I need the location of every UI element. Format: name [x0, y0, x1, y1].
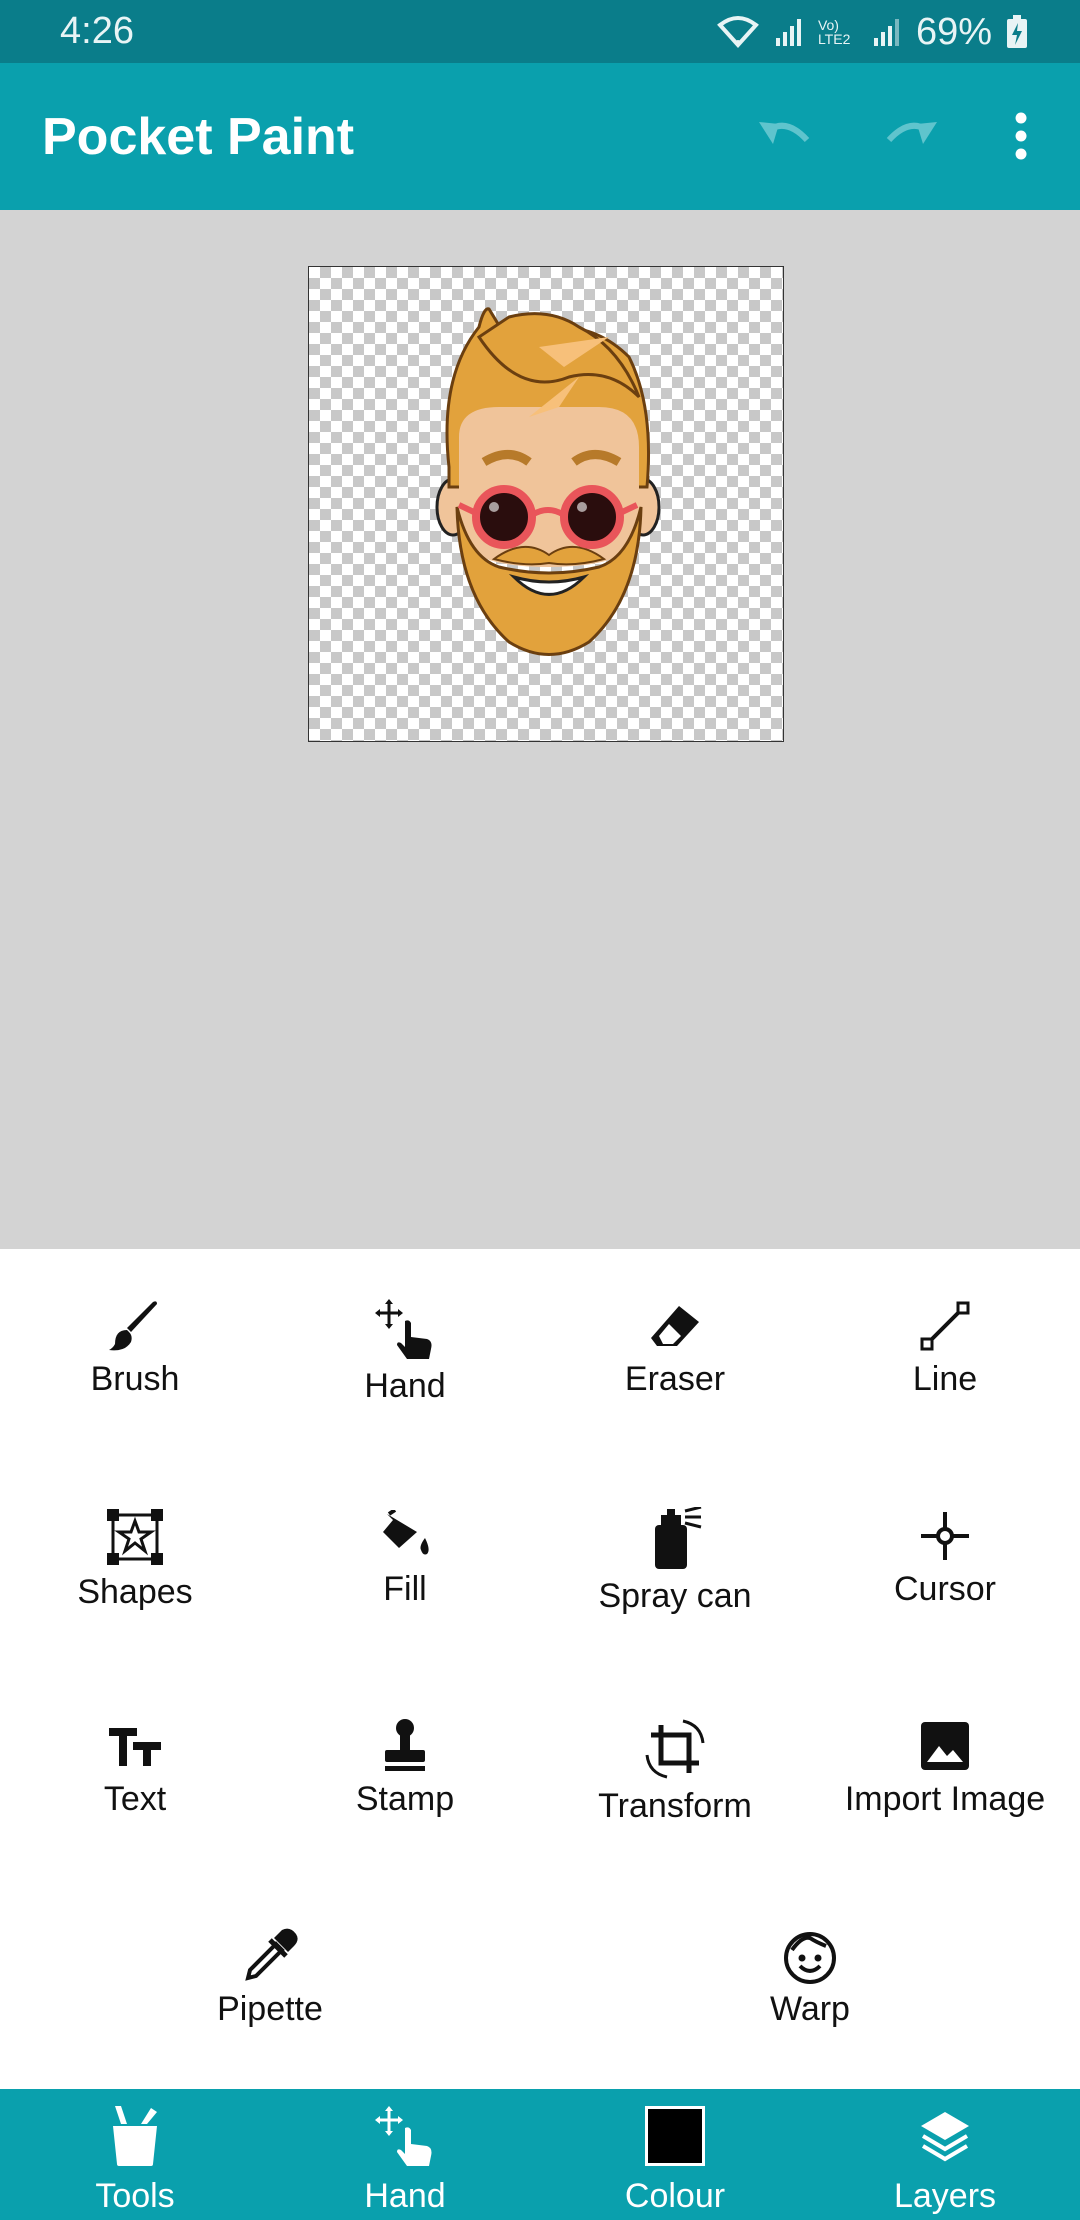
- tool-label: Transform: [598, 1787, 752, 1825]
- tool-label: Brush: [90, 1360, 180, 1398]
- battery-icon: [1006, 15, 1028, 49]
- tool-eraser[interactable]: Eraser: [540, 1249, 810, 1399]
- nav-label: Layers: [893, 2177, 997, 2215]
- nav-label: Tools: [95, 2177, 175, 2215]
- hand-icon: [370, 2103, 440, 2169]
- status-time: 4:26: [60, 10, 134, 52]
- pipette-icon: [238, 1927, 302, 1984]
- hand-icon: [373, 1297, 437, 1361]
- tool-text[interactable]: Text: [0, 1669, 270, 1819]
- tool-shapes[interactable]: Shapes: [0, 1459, 270, 1611]
- drawing-canvas[interactable]: [308, 266, 784, 742]
- tool-stamp[interactable]: Stamp: [270, 1669, 540, 1819]
- bottom-nav: Tools Hand Colour Layers: [0, 2089, 1080, 2220]
- battery-percent: 69%: [915, 10, 992, 53]
- tool-label: Warp: [770, 1990, 850, 2028]
- canvas-area[interactable]: [0, 210, 1080, 1249]
- colour-swatch-icon: [640, 2103, 710, 2169]
- bearded-man-sticker: [435, 307, 661, 656]
- status-icons: Vo) LTE2 69%: [716, 8, 1028, 56]
- nav-layers[interactable]: Layers: [810, 2089, 1080, 2220]
- nav-tools[interactable]: Tools: [0, 2089, 270, 2220]
- tool-label: Pipette: [217, 1990, 323, 2028]
- shapes-icon: [103, 1507, 167, 1567]
- tool-label: Cursor: [893, 1570, 997, 1608]
- redo-icon: [881, 116, 941, 160]
- tool-label: Spray can: [598, 1577, 752, 1615]
- tool-fill[interactable]: Fill: [270, 1459, 540, 1609]
- brush-icon: [103, 1297, 167, 1354]
- tool-label: Eraser: [624, 1360, 726, 1398]
- status-bar: 4:26 Vo) LTE2 69%: [0, 0, 1080, 63]
- more-vert-icon: [1014, 111, 1028, 165]
- import-image-icon: [913, 1717, 977, 1774]
- warp-icon: [778, 1927, 842, 1984]
- tool-label: Shapes: [77, 1573, 193, 1611]
- stamp-icon: [373, 1717, 437, 1774]
- spray-can-icon: [643, 1507, 707, 1571]
- tool-hand[interactable]: Hand: [270, 1249, 540, 1405]
- nav-hand[interactable]: Hand: [270, 2089, 540, 2220]
- nav-label: Colour: [624, 2177, 726, 2215]
- tool-brush[interactable]: Brush: [0, 1249, 270, 1399]
- fill-icon: [373, 1507, 437, 1564]
- tool-pipette[interactable]: Pipette: [135, 1879, 405, 2029]
- tool-import-image[interactable]: Import Image: [810, 1669, 1080, 1819]
- wifi-icon: [716, 15, 760, 49]
- tools-panel: Brush Hand Eraser Line Shapes Fill Spray…: [0, 1249, 1080, 2089]
- tool-warp[interactable]: Warp: [675, 1879, 945, 2029]
- colour-swatch: [645, 2106, 705, 2166]
- signal-2-icon: [872, 16, 902, 48]
- transform-icon: [643, 1717, 707, 1781]
- tools-icon: [100, 2103, 170, 2169]
- signal-icon: [774, 16, 804, 48]
- app-bar: Pocket Paint: [0, 63, 1080, 210]
- tool-label: Stamp: [355, 1780, 455, 1818]
- tool-label: Fill: [383, 1570, 427, 1608]
- nav-colour[interactable]: Colour: [540, 2089, 810, 2220]
- undo-icon: [755, 116, 815, 160]
- tool-line[interactable]: Line: [810, 1249, 1080, 1399]
- tool-spray-can[interactable]: Spray can: [540, 1459, 810, 1615]
- tool-label: Text: [103, 1780, 167, 1818]
- text-icon: [103, 1717, 167, 1774]
- tool-label: Line: [912, 1360, 978, 1398]
- more-options-button[interactable]: [986, 103, 1056, 173]
- tool-label: Hand: [364, 1367, 446, 1405]
- tool-label: Import Image: [844, 1780, 1046, 1818]
- nav-label: Hand: [364, 2177, 446, 2215]
- tool-transform[interactable]: Transform: [540, 1669, 810, 1825]
- volte-label: Vo) LTE2: [817, 17, 851, 47]
- cursor-icon: [913, 1507, 977, 1564]
- app-title: Pocket Paint: [42, 108, 355, 166]
- layers-icon: [910, 2103, 980, 2169]
- line-icon: [913, 1297, 977, 1354]
- eraser-icon: [643, 1297, 707, 1354]
- undo-button[interactable]: [750, 103, 820, 173]
- redo-button[interactable]: [876, 103, 946, 173]
- tool-cursor[interactable]: Cursor: [810, 1459, 1080, 1609]
